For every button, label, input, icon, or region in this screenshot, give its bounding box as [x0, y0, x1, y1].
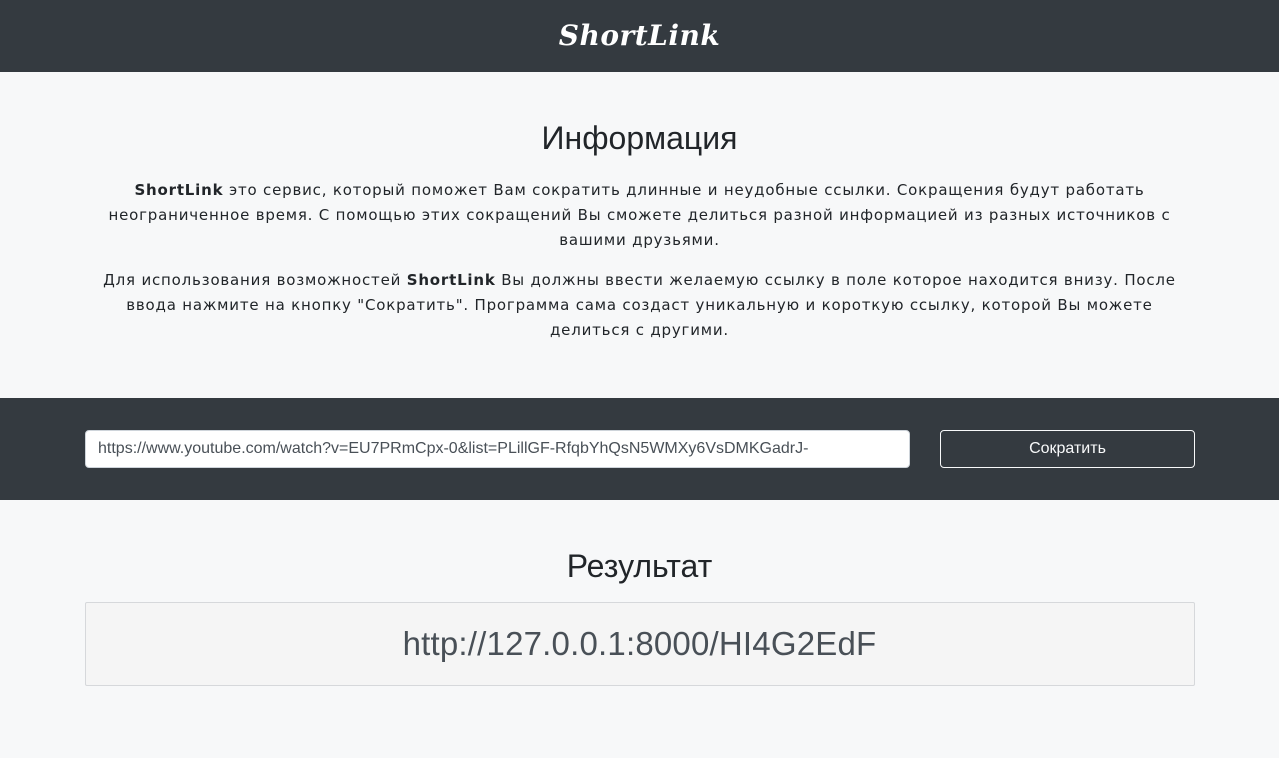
info-paragraph-1: ShortLink это сервис, который поможет Ва…	[86, 178, 1194, 253]
info-paragraph-2: Для использования возможностей ShortLink…	[86, 268, 1194, 343]
short-link-output[interactable]: http://127.0.0.1:8000/HI4G2EdF	[403, 625, 877, 663]
brand-logo[interactable]: ShortLink	[559, 22, 721, 50]
info-section: Информация ShortLink это сервис, который…	[0, 72, 1279, 398]
info-paragraph-2-before: Для использования возможностей	[103, 271, 407, 289]
result-box: http://127.0.0.1:8000/HI4G2EdF	[84, 602, 1195, 686]
shorten-form: Сократить	[0, 398, 1279, 500]
info-title: Информация	[541, 120, 738, 156]
brand-name-strong: ShortLink	[406, 271, 496, 289]
result-title: Результат	[566, 548, 713, 584]
brand-name-strong: ShortLink	[134, 181, 224, 199]
info-paragraph-1-text: это сервис, который поможет Вам сократит…	[108, 181, 1171, 249]
url-input[interactable]	[85, 430, 910, 468]
result-section: Результат http://127.0.0.1:8000/HI4G2EdF	[0, 500, 1279, 758]
navbar: ShortLink	[0, 0, 1279, 72]
shorten-button[interactable]: Сократить	[940, 430, 1195, 468]
